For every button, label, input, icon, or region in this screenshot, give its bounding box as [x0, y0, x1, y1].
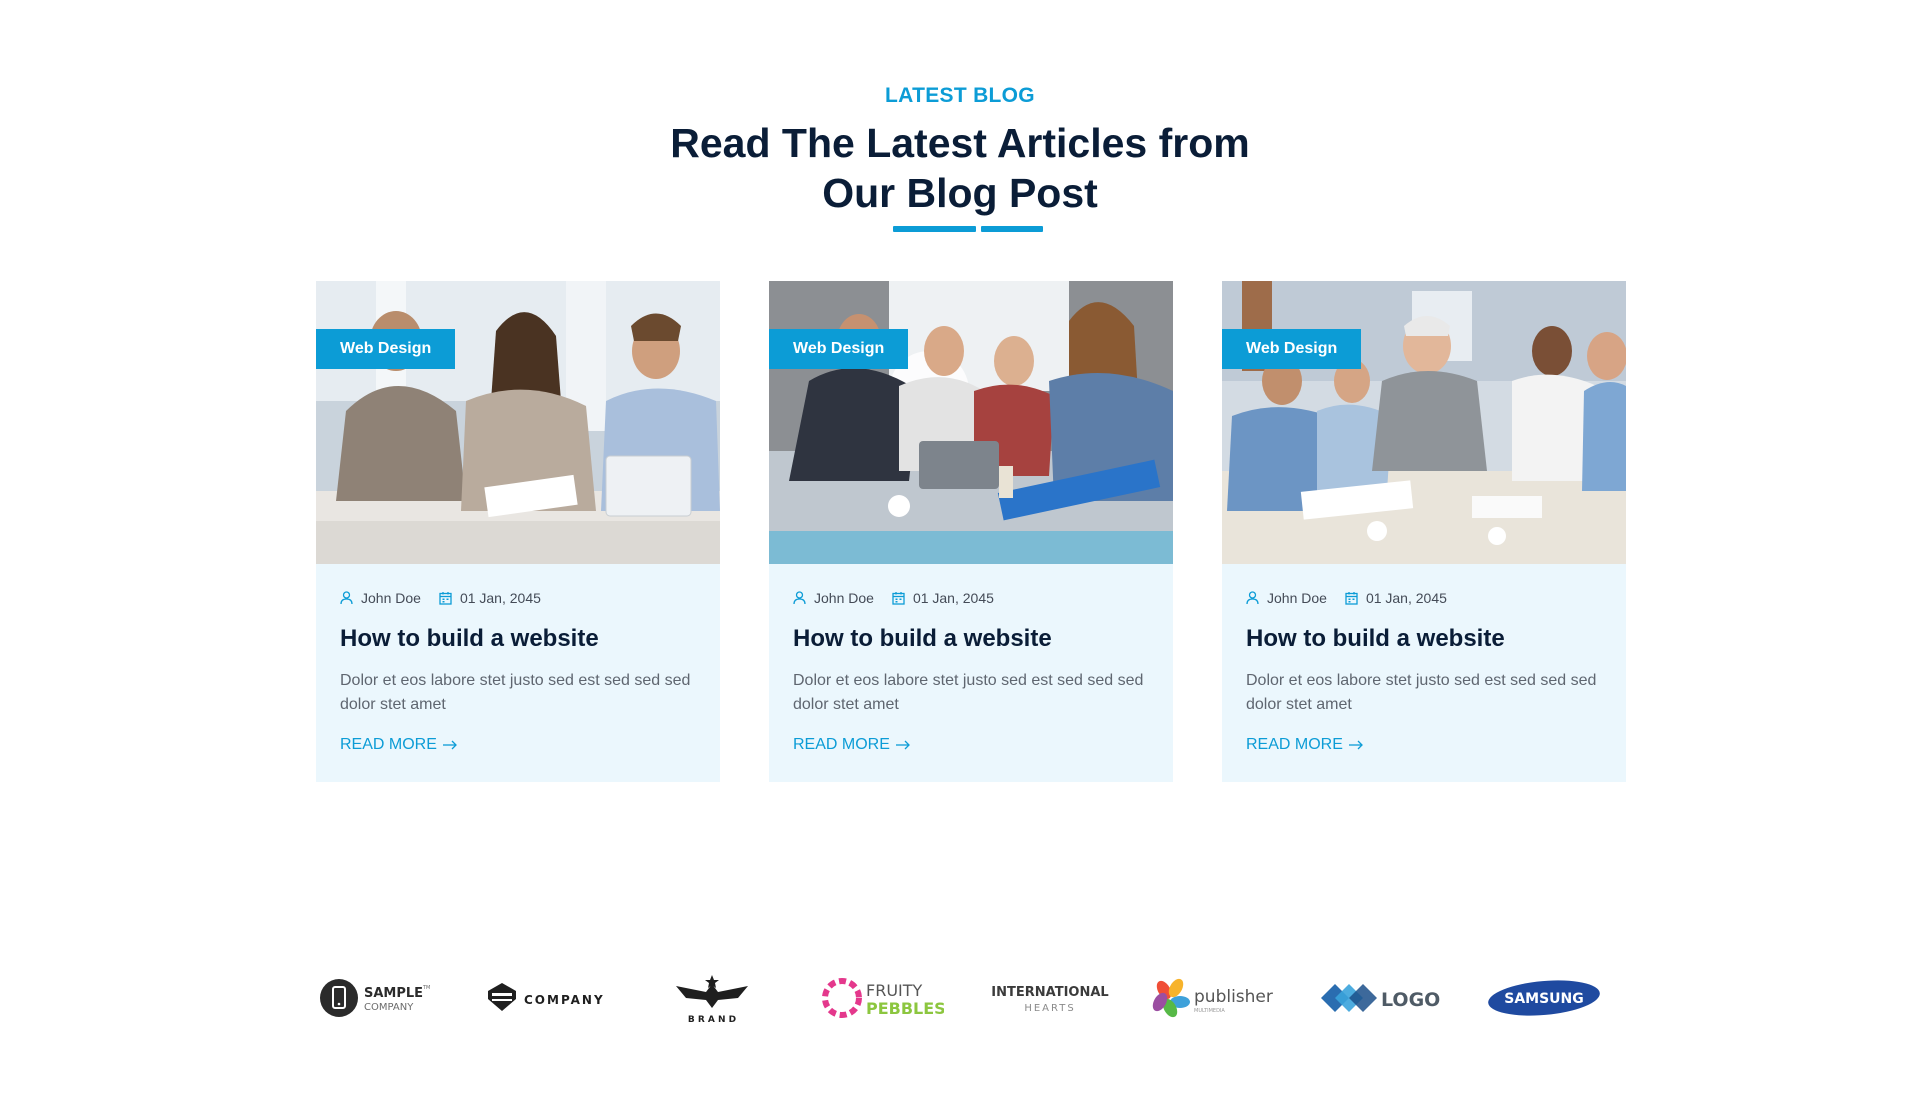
- post-excerpt: Dolor et eos labore stet justo sed est s…: [793, 672, 1144, 713]
- calendar-icon: [892, 592, 905, 605]
- publisher-logo-line1: publisher: [1194, 987, 1273, 1007]
- blog-card[interactable]: Web Design John Doe 01 Jan, 2045 How to …: [316, 281, 720, 782]
- company-logo-text: COMPANY: [524, 993, 605, 1007]
- logo-logo-text: LOGO: [1381, 989, 1440, 1011]
- brand-logo-text: B R A N D: [688, 1015, 736, 1024]
- publisher-logo[interactable]: publisher MULTIMEDIA: [1152, 970, 1278, 1026]
- heading-line-2: Our Blog Post: [822, 170, 1098, 216]
- author-meta: John Doe: [1246, 590, 1327, 606]
- fruity-logo-line1: FRUITY: [866, 981, 923, 1000]
- category-badge[interactable]: Web Design: [769, 329, 909, 369]
- publisher-logo-line2: MULTIMEDIA: [1194, 1008, 1225, 1014]
- samsung-logo[interactable]: SAMSUNG: [1486, 970, 1602, 1026]
- post-date: 01 Jan, 2045: [459, 590, 541, 606]
- author-name: John Doe: [361, 590, 421, 606]
- post-title[interactable]: How to build a website: [793, 625, 1052, 653]
- heading-underline-short: [981, 226, 1043, 232]
- post-date: 01 Jan, 2045: [912, 590, 994, 606]
- international-hearts-logo[interactable]: INTERNATIONAL HEARTS: [986, 970, 1114, 1026]
- heading-line-1: Read The Latest Articles from: [670, 120, 1250, 166]
- heading-underline-long: [893, 226, 976, 232]
- sample-logo-line1: SAMPLE: [364, 986, 423, 1001]
- business-meeting-photo[interactable]: [316, 281, 720, 564]
- author-name: John Doe: [1267, 590, 1327, 606]
- author-meta: John Doe: [793, 590, 874, 606]
- calendar-icon: [1345, 592, 1358, 605]
- section-heading: Read The Latest Articles from Our Blog P…: [560, 118, 1360, 218]
- user-icon: [340, 591, 353, 605]
- fruity-pebbles-logo[interactable]: FRUITY PEBBLES: [820, 970, 944, 1026]
- read-more-link[interactable]: READ MORE: [1246, 736, 1363, 754]
- conference-table-photo[interactable]: [1222, 281, 1626, 564]
- calendar-icon: [439, 592, 452, 605]
- blog-card[interactable]: Web Design John Doe 01 Jan, 2045 How to …: [1222, 281, 1626, 782]
- section-eyebrow: LATEST BLOG: [885, 84, 1035, 107]
- post-meta: John Doe 01 Jan, 2045: [340, 588, 559, 608]
- author-name: John Doe: [814, 590, 874, 606]
- read-more-label: READ MORE: [340, 736, 437, 753]
- arrow-right-icon: [442, 740, 457, 750]
- blog-card[interactable]: Web Design John Doe 01 Jan, 2045 How to …: [769, 281, 1173, 782]
- read-more-link[interactable]: READ MORE: [793, 736, 910, 754]
- sample-company-logo[interactable]: SAMPLE COMPANY TM: [320, 970, 432, 1026]
- date-meta: 01 Jan, 2045: [1345, 590, 1447, 606]
- read-more-label: READ MORE: [793, 736, 890, 753]
- category-badge[interactable]: Web Design: [316, 329, 456, 369]
- user-icon: [793, 591, 806, 605]
- team-collaboration-photo[interactable]: [769, 281, 1173, 564]
- logo-logo[interactable]: LOGO: [1319, 970, 1445, 1026]
- brand-logos-strip: SAMPLE COMPANY TM COMPANY B R A N D FRUI…: [316, 970, 1626, 1026]
- read-more-link[interactable]: READ MORE: [340, 736, 457, 754]
- post-excerpt: Dolor et eos labore stet justo sed est s…: [1246, 672, 1597, 713]
- intl-logo-line1: INTERNATIONAL: [991, 985, 1108, 1000]
- user-icon: [1246, 591, 1259, 605]
- samsung-logo-text: SAMSUNG: [1504, 991, 1584, 1007]
- post-date: 01 Jan, 2045: [1365, 590, 1447, 606]
- post-meta: John Doe 01 Jan, 2045: [1246, 588, 1465, 608]
- date-meta: 01 Jan, 2045: [439, 590, 541, 606]
- intl-logo-line2: HEARTS: [1024, 1003, 1075, 1014]
- post-excerpt: Dolor et eos labore stet justo sed est s…: [340, 672, 691, 713]
- date-meta: 01 Jan, 2045: [892, 590, 994, 606]
- post-title[interactable]: How to build a website: [340, 625, 599, 653]
- arrow-right-icon: [895, 740, 910, 750]
- fruity-logo-line2: PEBBLES: [866, 999, 944, 1018]
- post-title[interactable]: How to build a website: [1246, 625, 1505, 653]
- author-meta: John Doe: [340, 590, 421, 606]
- company-logo[interactable]: COMPANY: [484, 970, 608, 1026]
- sample-logo-tm: TM: [422, 985, 430, 991]
- sample-logo-line2: COMPANY: [364, 1002, 414, 1013]
- category-badge[interactable]: Web Design: [1222, 329, 1362, 369]
- brand-logo[interactable]: B R A N D: [672, 970, 752, 1026]
- post-meta: John Doe 01 Jan, 2045: [793, 588, 1012, 608]
- arrow-right-icon: [1348, 740, 1363, 750]
- read-more-label: READ MORE: [1246, 736, 1343, 753]
